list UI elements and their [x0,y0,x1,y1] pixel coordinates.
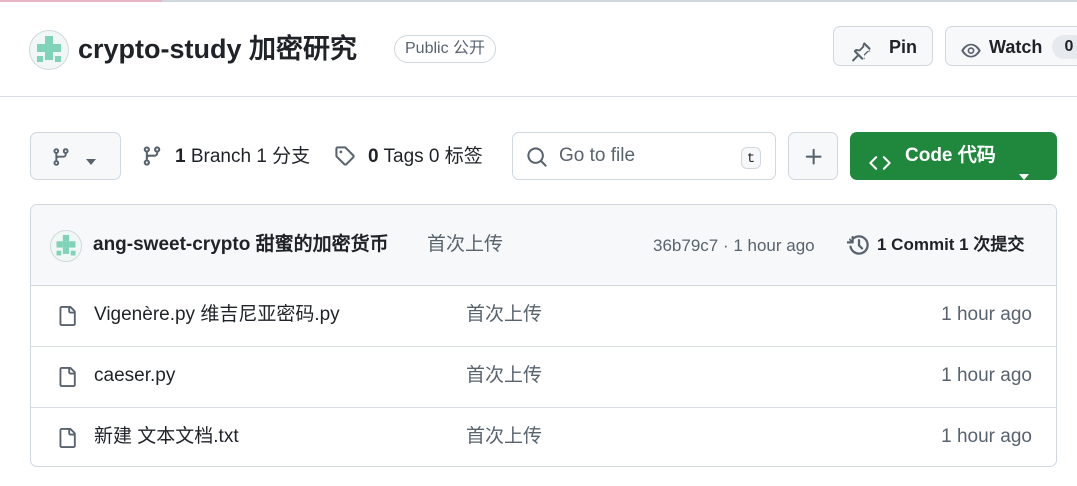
file-listing: ang-sweet-crypto 甜蜜的加密货币 首次上传 36b79c7 · … [30,204,1057,467]
commit-author-link[interactable]: ang-sweet-crypto 甜蜜的加密货币 [93,231,389,259]
go-to-file-search[interactable]: t [512,132,776,180]
file-row[interactable]: 新建 文本文档.txt 首次上传 1 hour ago [31,407,1056,466]
chevron-down-icon [85,153,97,171]
commit-hash-time[interactable]: 36b79c7 · 1 hour ago [653,233,815,259]
tags-count: 0 [368,146,379,167]
pin-button[interactable]: Pin [833,26,933,66]
repo-header: crypto-study 加密研究 Public 公开 Pin Watch 0 [0,0,1077,97]
file-commit-message[interactable]: 首次上传 [466,301,542,329]
code-icon [868,145,892,193]
branches-label: Branch 1 分支 [190,146,311,167]
tag-icon [334,145,356,176]
plus-icon [803,146,825,173]
git-branch-icon [141,145,163,176]
file-row[interactable]: caeser.py 首次上传 1 hour ago [31,346,1056,408]
chevron-down-icon [1018,152,1030,200]
repo-title[interactable]: crypto-study 加密研究 [78,30,357,68]
commit-message-link[interactable]: 首次上传 [427,231,503,259]
file-icon [57,304,77,333]
branch-selector[interactable] [30,132,121,180]
file-commit-message[interactable]: 首次上传 [466,362,542,390]
visibility-badge: Public 公开 [394,35,497,63]
pin-icon [850,37,872,77]
keyboard-shortcut-hint: t [741,147,761,169]
file-age: 1 hour ago [941,426,1032,447]
add-file-button[interactable] [788,132,838,180]
file-age: 1 hour ago [941,365,1032,386]
git-branch-icon [51,147,71,172]
file-icon [57,365,77,394]
identicon-icon [30,31,68,69]
latest-commit-bar: ang-sweet-crypto 甜蜜的加密货币 首次上传 36b79c7 · … [31,205,1056,286]
file-row[interactable]: Vigenère.py 维吉尼亚密码.py 首次上传 1 hour ago [31,285,1056,347]
search-input[interactable] [559,141,729,171]
eye-icon [959,37,983,77]
file-icon [57,426,77,455]
commit-count-label: 1 Commit 1 次提交 [877,235,1025,254]
branches-count: 1 [175,146,186,167]
watch-label: Watch [989,37,1043,57]
file-name-link[interactable]: caeser.py [94,362,175,390]
commit-author-avatar[interactable] [50,230,82,262]
file-name-link[interactable]: Vigenère.py 维吉尼亚密码.py [94,301,340,329]
code-button[interactable]: Code 代码 [850,132,1057,180]
history-icon [846,233,871,266]
file-commit-message[interactable]: 首次上传 [466,423,542,451]
tags-label: Tags 0 标签 [383,146,483,167]
file-name-link[interactable]: 新建 文本文档.txt [94,423,239,451]
file-age: 1 hour ago [941,304,1032,325]
watch-button[interactable]: Watch 0 [945,26,1077,66]
pin-label: Pin [889,37,918,57]
code-label: Code 代码 [905,145,996,166]
watch-counter: 0 [1052,35,1077,59]
identicon-icon [51,231,81,261]
repo-owner-avatar[interactable] [29,30,69,70]
search-icon [526,146,548,173]
